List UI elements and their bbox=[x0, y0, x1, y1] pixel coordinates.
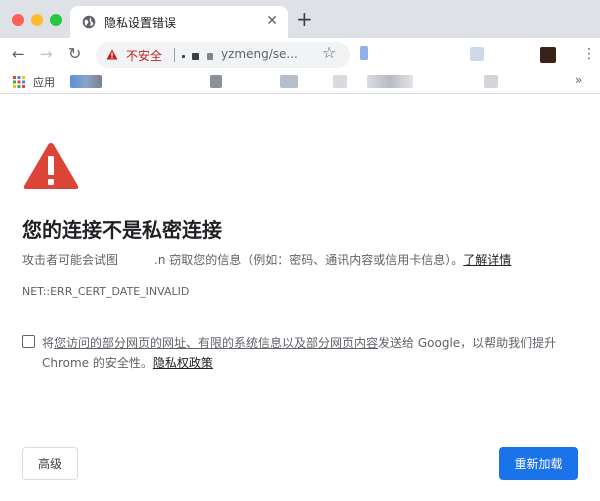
reload-button[interactable]: 重新加载 bbox=[499, 447, 578, 480]
bookmarks-bar: 应用 » bbox=[0, 70, 600, 94]
bookmark-item[interactable] bbox=[280, 75, 298, 88]
redacted-url-part bbox=[207, 53, 213, 60]
toolbar: ← → ↻ 不安全 yzmeng/se... ☆ ⋮ bbox=[0, 38, 600, 70]
back-arrow-icon[interactable]: ← bbox=[12, 44, 25, 64]
new-tab-button[interactable]: + bbox=[296, 8, 313, 30]
tab-title: 隐私设置错误 bbox=[104, 16, 177, 30]
extension-icon[interactable] bbox=[470, 47, 484, 61]
extension-icon[interactable] bbox=[360, 46, 368, 60]
url-text[interactable]: yzmeng/se... bbox=[221, 47, 298, 61]
bookmark-item[interactable] bbox=[333, 75, 347, 88]
description-before: 攻击者可能会试图 bbox=[22, 253, 119, 267]
globe-icon bbox=[82, 15, 96, 29]
star-icon[interactable]: ☆ bbox=[322, 43, 336, 63]
redacted-domain bbox=[118, 254, 154, 264]
maximize-window-button[interactable] bbox=[50, 14, 62, 26]
menu-dots-icon[interactable]: ⋮ bbox=[582, 47, 596, 61]
forward-arrow-icon[interactable]: → bbox=[40, 44, 53, 64]
redacted-url-part bbox=[182, 55, 185, 58]
address-bar[interactable]: 不安全 yzmeng/se... bbox=[96, 42, 350, 68]
optin-checkbox[interactable] bbox=[22, 335, 35, 348]
page-title: 您的连接不是私密连接 bbox=[22, 218, 222, 242]
tab-active[interactable]: 隐私设置错误 ✕ bbox=[70, 6, 288, 38]
tab-strip: 隐私设置错误 ✕ + bbox=[0, 0, 600, 38]
bookmark-item[interactable] bbox=[367, 75, 413, 88]
bookmark-item[interactable] bbox=[210, 75, 222, 88]
bookmark-item[interactable] bbox=[70, 75, 102, 88]
apps-bookmark-label[interactable]: 应用 bbox=[33, 74, 55, 90]
not-secure-label[interactable]: 不安全 bbox=[126, 47, 162, 64]
apps-grid-icon[interactable] bbox=[13, 76, 25, 88]
redacted-url-part bbox=[192, 53, 199, 60]
danger-triangle-icon bbox=[23, 143, 79, 189]
optin-line2: Chrome 的安全性。 bbox=[42, 356, 153, 370]
close-window-button[interactable] bbox=[12, 14, 24, 26]
error-description: 攻击者可能会试图 .n 窃取您的信息（例如：密码、通讯内容或信用卡信息）。了解详情 bbox=[22, 251, 582, 268]
tab-close-icon[interactable]: ✕ bbox=[266, 12, 278, 30]
optin-prefix: 将 bbox=[42, 336, 55, 350]
optin-underlined-text[interactable]: 您访问的部分网页的网址、有限的系统信息以及部分网页内容 bbox=[54, 336, 378, 350]
advanced-button[interactable]: 高级 bbox=[22, 447, 78, 480]
description-after: 窃取您的信息（例如：密码、通讯内容或信用卡信息）。 bbox=[165, 253, 464, 267]
profile-avatar[interactable] bbox=[540, 47, 556, 63]
bookmarks-overflow-icon[interactable]: » bbox=[575, 73, 582, 87]
minimize-window-button[interactable] bbox=[31, 14, 43, 26]
reload-icon[interactable]: ↻ bbox=[68, 44, 81, 64]
optin-suffix: 发送给 Google，以帮助我们提升 bbox=[378, 336, 557, 350]
optin-text: 将您访问的部分网页的网址、有限的系统信息以及部分网页内容发送给 Google，以… bbox=[42, 333, 582, 373]
privacy-policy-link[interactable]: 隐私权政策 bbox=[153, 356, 213, 370]
omnibox-separator bbox=[174, 48, 175, 62]
description-domain-suffix: .n bbox=[154, 253, 166, 267]
bookmark-item[interactable] bbox=[484, 75, 498, 88]
error-code: NET::ERR_CERT_DATE_INVALID bbox=[22, 285, 190, 298]
warning-triangle-icon bbox=[106, 49, 118, 60]
learn-more-link[interactable]: 了解详情 bbox=[463, 253, 511, 267]
